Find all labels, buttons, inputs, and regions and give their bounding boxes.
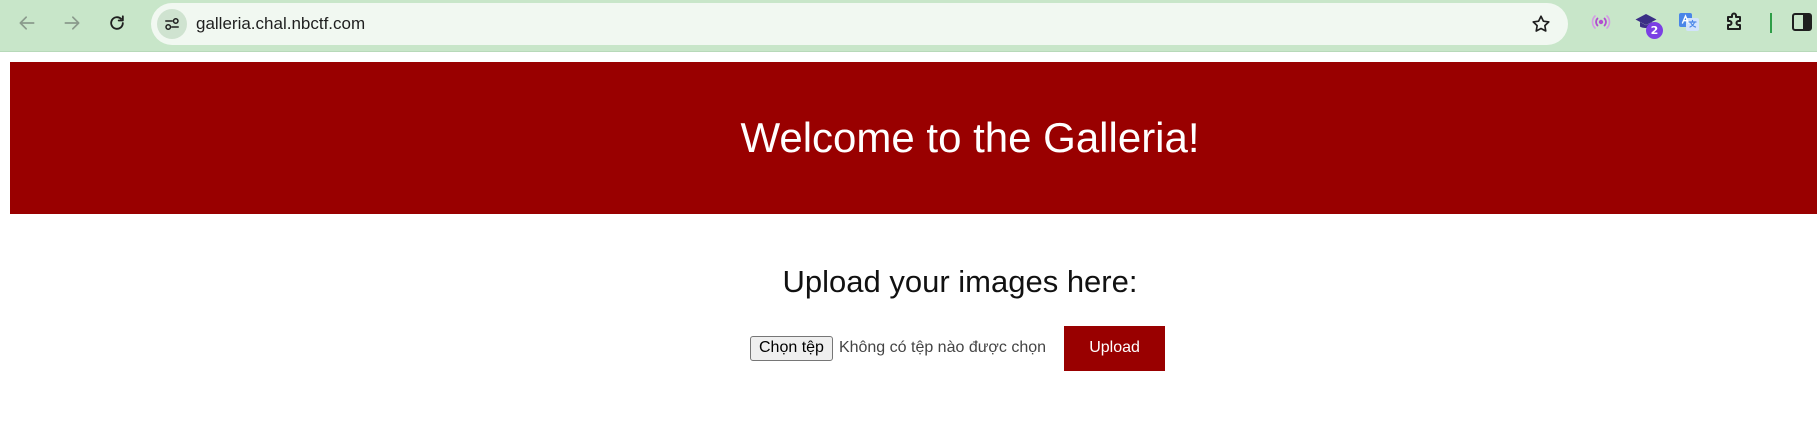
back-button[interactable] <box>10 6 44 40</box>
broadcast-extension-icon <box>1591 15 1611 29</box>
address-bar[interactable]: galleria.chal.nbctf.com <box>151 3 1568 45</box>
arrow-left-icon <box>19 16 35 30</box>
url-text[interactable]: galleria.chal.nbctf.com <box>196 15 365 33</box>
upload-button[interactable]: Upload <box>1064 325 1166 371</box>
reload-icon <box>110 15 124 30</box>
file-status-text: Không có tệp nào được chọn <box>838 339 1047 356</box>
upload-heading: Upload your images here: <box>782 264 1138 299</box>
browser-toolbar: galleria.chal.nbctf.com 2 <box>0 0 1817 52</box>
puzzle-extensions-icon <box>1727 12 1741 30</box>
choose-file-button[interactable]: Chọn tệp <box>750 335 833 361</box>
google-translate-extension-button[interactable] <box>1676 9 1702 35</box>
reload-button[interactable] <box>100 6 134 40</box>
upload-form: Chọn tệp Không có tệp nào được chọn Uplo… <box>750 325 1166 371</box>
site-info-button[interactable] <box>157 9 187 39</box>
graduation-cap-extension-button[interactable]: 2 <box>1633 9 1663 39</box>
tune-icon <box>165 18 179 30</box>
extensions-menu-button[interactable] <box>1722 9 1748 35</box>
extension-badge: 2 <box>1646 22 1663 39</box>
google-translate-extension-icon <box>1679 13 1699 31</box>
broadcast-extension-button[interactable] <box>1588 9 1614 35</box>
star-outline-icon[interactable] <box>1530 13 1552 35</box>
hero-banner: Welcome to the Galleria! <box>10 62 1817 214</box>
side-panel-button[interactable] <box>1789 9 1815 35</box>
page-title: Welcome to the Galleria! <box>740 114 1200 161</box>
toolbar-divider <box>1770 13 1772 33</box>
forward-button[interactable] <box>55 6 89 40</box>
side-panel-icon <box>1792 13 1812 31</box>
arrow-right-icon <box>64 16 80 30</box>
